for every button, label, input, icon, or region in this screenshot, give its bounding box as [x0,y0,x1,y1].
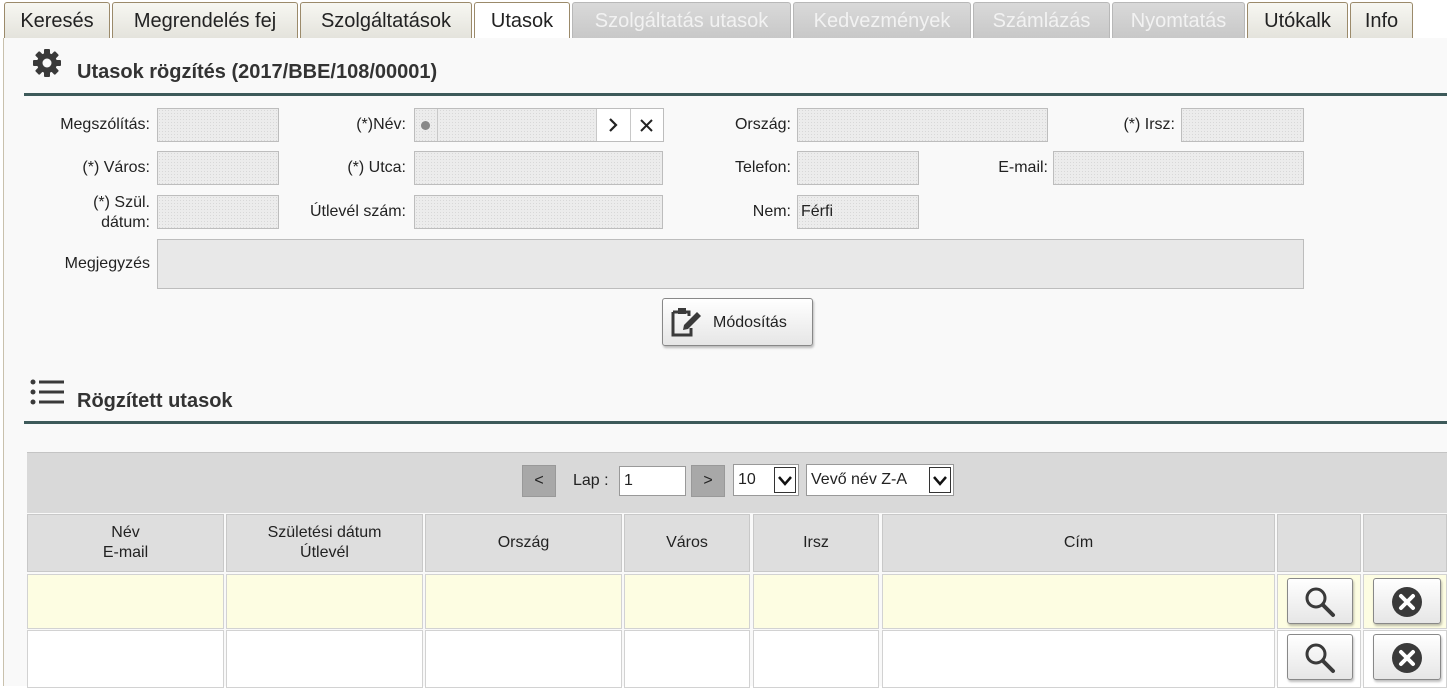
search-icon [1305,587,1335,617]
passport-label: Útlevél szám: [309,203,406,220]
close-circle-icon [1392,643,1422,673]
chevron-right-icon[interactable] [605,117,621,133]
delete-row-button[interactable] [1373,578,1441,624]
birth-date-field[interactable] [157,195,279,229]
zip-label: (*) Irsz: [1123,116,1175,133]
form-title: Utasok rögzítés (2017/BBE/108/00001) [77,61,438,83]
tab-kedvezmenyek: Kedvezmények [793,2,971,38]
delete-row-button[interactable] [1373,634,1441,680]
view-row-button[interactable] [1287,578,1353,624]
tab-megrendeles-fej[interactable]: Megrendelés fej [112,2,298,38]
sort-value: Vevő név Z-A [811,471,908,488]
email-field[interactable] [1053,151,1304,185]
modify-button-label: Módosítás [713,314,787,331]
page-size-select[interactable]: 10 [733,464,799,496]
tab-utokalk[interactable]: Utókalk [1247,2,1348,38]
name-lookup-field[interactable] [414,108,664,142]
city-label: (*) Város: [82,159,150,176]
birth-date-label: (*) Szül. dátum: [93,194,150,231]
form-title-divider [24,93,1447,96]
tab-utasok[interactable]: Utasok [474,2,570,41]
name-label: (*)Név: [356,116,406,133]
list-icon [30,379,64,405]
tab-szolgaltatas-utasok: Szolgáltatás utasok [572,2,791,38]
tab-kereses[interactable]: Keresés [4,2,110,38]
column-header-country[interactable]: Ország [425,514,622,572]
clear-icon[interactable] [639,118,654,133]
list-title-divider [24,421,1447,424]
column-header-zip[interactable]: Irsz [753,514,879,572]
sort-select[interactable]: Vevő név Z-A [806,464,954,496]
street-field[interactable] [414,151,663,185]
next-page-button[interactable]: > [691,465,725,497]
country-field[interactable] [797,108,1048,142]
street-label: (*) Utca: [347,159,406,176]
chevron-down-icon [774,467,796,493]
phone-field[interactable] [797,151,919,185]
page-size-value: 10 [738,471,756,488]
chevron-down-icon [929,467,951,493]
note-field[interactable] [157,239,1304,289]
note-label: Megjegyzés [64,255,150,272]
column-header-name-email[interactable]: Név E-mail [27,514,224,572]
column-header-city[interactable]: Város [624,514,750,572]
email-label: E-mail: [998,159,1048,176]
gender-field[interactable]: Férfi [797,195,919,229]
phone-label: Telefon: [734,159,791,176]
search-icon [1305,643,1335,673]
country-label: Ország: [734,116,791,133]
zip-field[interactable] [1181,108,1304,142]
column-header-view [1277,514,1361,572]
list-title: Rögzített utasok [77,390,233,412]
column-header-address[interactable]: Cím [882,514,1275,572]
tab-szolgaltatasok[interactable]: Szolgáltatások [300,2,472,38]
city-field[interactable] [157,151,279,185]
prev-page-button[interactable]: < [522,465,556,497]
page-label: Lap : [573,472,609,489]
salutation-label: Megszólítás: [60,116,150,133]
page-number-input[interactable]: 1 [619,466,686,496]
tab-bar: Keresés Megrendelés fej Szolgáltatások U… [0,0,1447,41]
tab-szamlazas: Számlázás [973,2,1110,38]
modify-button[interactable]: Módosítás [662,298,813,346]
view-row-button[interactable] [1287,634,1353,680]
status-dot-icon [421,121,430,130]
passport-field[interactable] [414,195,663,229]
column-header-birth-passport[interactable]: Születési dátum Útlevél [226,514,423,572]
gender-label: Nem: [752,203,791,220]
tab-info[interactable]: Info [1350,2,1413,38]
gear-icon [33,49,61,77]
salutation-field[interactable] [157,108,279,142]
edit-document-icon [671,308,701,337]
close-circle-icon [1392,587,1422,617]
tab-nyomtatas: Nyomtatás [1112,2,1245,38]
column-header-delete [1363,514,1447,572]
